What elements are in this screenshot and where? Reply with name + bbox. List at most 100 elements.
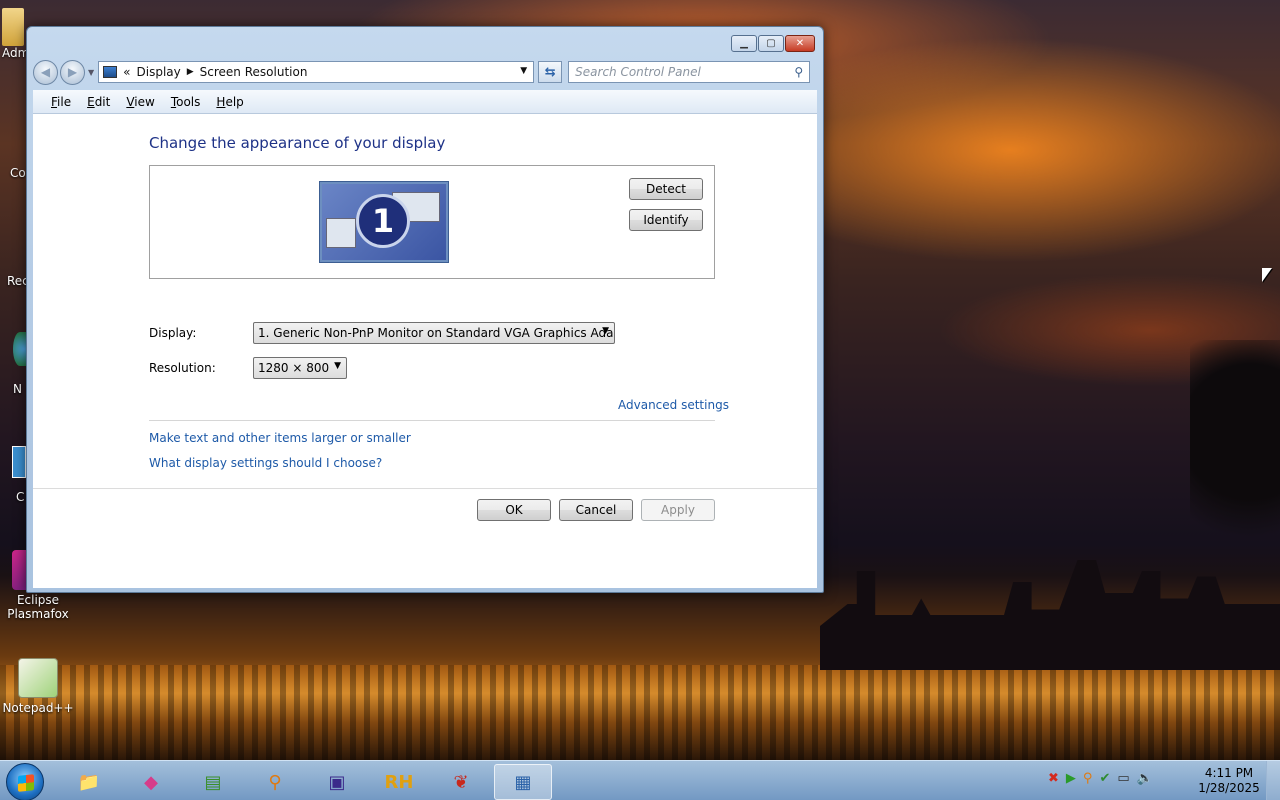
desktop-icon-computer[interactable]: Co — [10, 166, 26, 180]
display-preview-panel: 1 Detect Identify — [149, 165, 715, 279]
caption-buttons: ▁ ▢ ✕ — [730, 35, 815, 52]
resolution-select-value: 1280 × 800 — [258, 361, 330, 375]
clock-date: 1/28/2025 — [1198, 781, 1260, 795]
taskbar-display-settings[interactable]: ▦ — [494, 764, 552, 800]
navigation-bar: ◀ ▶ ▼ « Display ▶ Screen Resolution ▼ ⇆ … — [33, 59, 817, 85]
windows-logo-icon — [18, 774, 34, 792]
start-button[interactable] — [6, 763, 44, 800]
display-select-value: 1. Generic Non-PnP Monitor on Standard V… — [258, 326, 615, 340]
search-icon[interactable]: ⚲ — [794, 65, 803, 79]
search-tray-icon[interactable]: ⚲ — [1083, 771, 1093, 786]
chevron-down-icon: ▼ — [602, 326, 609, 336]
monitor-number: 1 — [356, 194, 410, 248]
refresh-button[interactable]: ⇆ — [538, 61, 563, 83]
desktop-icon-label: Notepad++ — [2, 701, 74, 715]
address-dropdown-icon[interactable]: ▼ — [520, 66, 527, 76]
taskbar-chip-app[interactable]: ▣ — [314, 764, 360, 800]
screen-resolution-window: ▁ ▢ ✕ ◀ ▶ ▼ « Display ▶ Screen Resolutio… — [26, 26, 824, 593]
close-button[interactable]: ✕ — [785, 35, 815, 52]
admin-folder-icon — [2, 8, 24, 46]
button-row-divider — [33, 488, 817, 489]
menu-view[interactable]: View — [126, 95, 154, 109]
breadcrumb-overflow[interactable]: « — [123, 65, 130, 79]
breadcrumb-screen-resolution[interactable]: Screen Resolution — [200, 65, 308, 79]
resolution-select[interactable]: 1280 × 800 ▼ — [253, 357, 347, 379]
notepadpp-icon — [18, 658, 58, 698]
show-desktop-button[interactable] — [1266, 761, 1280, 800]
desktop-icon-notepadpp[interactable]: Notepad++ — [0, 658, 76, 715]
desktop-icon-label: Eclipse Plasmafox — [7, 593, 69, 621]
forward-arrow-icon: ▶ — [67, 65, 78, 79]
minimize-button[interactable]: ▁ — [731, 35, 757, 52]
recent-pages-dropdown[interactable]: ▼ — [88, 68, 94, 77]
back-button[interactable]: ◀ — [33, 59, 58, 85]
breadcrumb-display[interactable]: Display — [137, 65, 181, 79]
taskbar-search-app[interactable]: ⚲ — [252, 764, 298, 800]
maximize-button[interactable]: ▢ — [758, 35, 784, 52]
play-icon[interactable]: ▶ — [1066, 771, 1076, 786]
desktop-icon-label: C — [16, 490, 25, 504]
shield-check-icon[interactable]: ✔ — [1099, 771, 1110, 786]
taskbar-chart-app[interactable]: ▤ — [190, 764, 236, 800]
ok-button[interactable]: OK — [477, 499, 551, 521]
taskbar-pepper-app[interactable]: ❦ — [438, 764, 484, 800]
taskbar-rh-app[interactable]: RH — [376, 764, 422, 800]
maximize-icon: ▢ — [766, 38, 776, 49]
desktop-icon-app[interactable]: C — [12, 446, 26, 504]
control-panel-icon — [103, 66, 118, 78]
minimize-icon: ▁ — [740, 38, 748, 49]
app-icon — [12, 446, 26, 478]
resolution-label: Resolution: — [149, 361, 216, 375]
display-label: Display: — [149, 326, 197, 340]
page-title: Change the appearance of your display — [149, 134, 446, 152]
content-area: Change the appearance of your display 1 … — [33, 114, 817, 588]
taskbar-pink-app[interactable]: ◆ — [128, 764, 174, 800]
magnifier-icon: ⚲ — [268, 771, 282, 793]
apply-button[interactable]: Apply — [641, 499, 715, 521]
chart-notepad-icon: ▤ — [204, 771, 222, 793]
rh-icon: RH — [384, 771, 414, 793]
menu-help[interactable]: Help — [216, 95, 243, 109]
divider — [149, 420, 715, 421]
close-red-icon[interactable]: ✖ — [1048, 771, 1059, 786]
menu-file[interactable]: File — [51, 95, 71, 109]
close-icon: ✕ — [795, 38, 805, 49]
pepper-icon: ❦ — [453, 771, 469, 793]
chevron-down-icon: ▼ — [334, 361, 341, 371]
wallpaper-tree — [1190, 340, 1280, 570]
text-size-link[interactable]: Make text and other items larger or smal… — [149, 431, 411, 445]
display-select[interactable]: 1. Generic Non-PnP Monitor on Standard V… — [253, 322, 615, 344]
system-tray: ✖ ▶ ⚲ ✔ ▭ 🔈 — [1048, 771, 1160, 786]
advanced-settings-link[interactable]: Advanced settings — [618, 398, 729, 412]
monitor-window-left — [326, 218, 356, 248]
wallpaper-water — [0, 665, 1280, 760]
breadcrumb-separator-icon[interactable]: ▶ — [187, 67, 194, 77]
forward-button[interactable]: ▶ — [60, 59, 85, 85]
refresh-icon: ⇆ — [544, 64, 556, 80]
mouse-cursor-icon — [1262, 268, 1272, 282]
chip-icon: ▣ — [328, 771, 346, 793]
clock[interactable]: 4:11 PM 1/28/2025 — [1198, 766, 1260, 796]
search-input[interactable]: Search Control Panel ⚲ — [568, 61, 811, 83]
clock-time: 4:11 PM — [1204, 766, 1254, 780]
taskbar-file-explorer[interactable]: 📁 — [66, 764, 112, 800]
desktop-icon-label: Co — [10, 166, 26, 180]
network-tray-icon[interactable]: ▭ — [1117, 771, 1129, 786]
cancel-button[interactable]: Cancel — [559, 499, 633, 521]
monitor-1-thumbnail[interactable]: 1 — [319, 181, 449, 263]
address-bar[interactable]: « Display ▶ Screen Resolution ▼ — [98, 61, 535, 83]
network-icon — [13, 332, 27, 366]
menu-edit[interactable]: Edit — [87, 95, 110, 109]
detect-button[interactable]: Detect — [629, 178, 703, 200]
menu-tools[interactable]: Tools — [171, 95, 201, 109]
back-arrow-icon: ◀ — [40, 65, 51, 79]
wallpaper-skyline — [820, 560, 1280, 670]
desktop-icon-network[interactable]: N — [13, 332, 27, 396]
search-placeholder: Search Control Panel — [575, 65, 701, 79]
display-help-link[interactable]: What display settings should I choose? — [149, 456, 382, 470]
pink-cube-icon: ◆ — [144, 771, 158, 793]
volume-icon[interactable]: 🔈 — [1137, 771, 1153, 786]
desktop-icon-label: N — [13, 382, 22, 396]
identify-button[interactable]: Identify — [629, 209, 703, 231]
file-explorer-icon: 📁 — [77, 771, 101, 793]
